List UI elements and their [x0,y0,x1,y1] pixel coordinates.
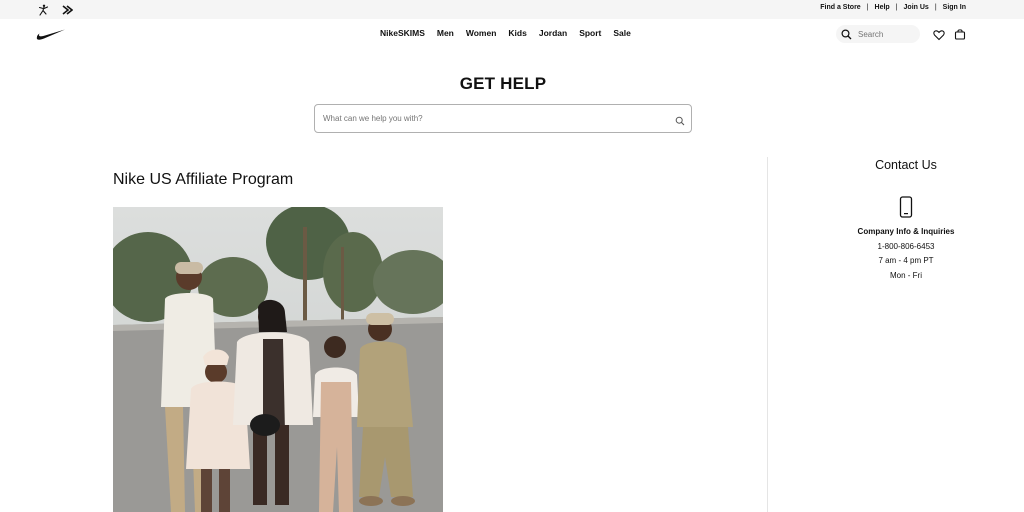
contact-phone-number[interactable]: 1-800-806-6453 [790,240,1022,255]
contact-label: Company Info & Inquiries [857,227,955,236]
find-store-link[interactable]: Find a Store [820,4,860,11]
contact-panel: Contact Us Company Info & Inquiries 1-80… [790,158,1022,283]
search-icon [841,28,852,40]
nav-item-sale[interactable]: Sale [613,28,631,38]
utility-links: Find a Store | Help | Join Us | Sign In [820,4,966,11]
search-icon[interactable] [675,113,685,126]
join-us-link[interactable]: Join Us [904,4,929,11]
separator: | [934,4,937,11]
contact-info: Company Info & Inquiries 1-800-806-6453 … [790,225,1022,283]
header-search[interactable] [836,25,920,43]
separator: | [895,4,898,11]
heart-icon[interactable] [933,28,945,41]
nike-swoosh-icon[interactable] [36,27,66,41]
help-search-input[interactable] [321,113,665,124]
help-link[interactable]: Help [875,4,890,11]
sign-in-link[interactable]: Sign In [943,4,966,11]
main-menu: NikeSKIMS Men Women Kids Jordan Sport Sa… [380,28,643,38]
jordan-icon[interactable] [36,3,50,16]
page-title: GET HELP [459,74,547,93]
utility-bar: Find a Store | Help | Join Us | Sign In [0,0,1024,19]
contact-title: Contact Us [875,158,937,172]
nav-item-sport[interactable]: Sport [579,28,601,38]
nav-item-jordan[interactable]: Jordan [539,28,567,38]
family-photo [113,207,443,512]
nav-item-nikeskims[interactable]: NikeSKIMS [380,28,425,38]
nav-item-kids[interactable]: Kids [508,28,526,38]
article-title: Nike US Affiliate Program [113,171,294,188]
help-search-box[interactable] [314,104,692,133]
separator: | [866,4,869,11]
main-nav: NikeSKIMS Men Women Kids Jordan Sport Sa… [0,19,1024,49]
bag-icon[interactable] [954,27,966,40]
nav-item-men[interactable]: Men [437,28,454,38]
contact-hours: 7 am - 4 pm PT [878,256,934,265]
nav-item-women[interactable]: Women [466,28,497,38]
converse-icon[interactable] [60,3,74,16]
contact-days: Mon - Fri [890,270,922,280]
column-divider [767,157,768,512]
phone-icon [899,196,913,218]
search-input[interactable] [856,28,918,40]
